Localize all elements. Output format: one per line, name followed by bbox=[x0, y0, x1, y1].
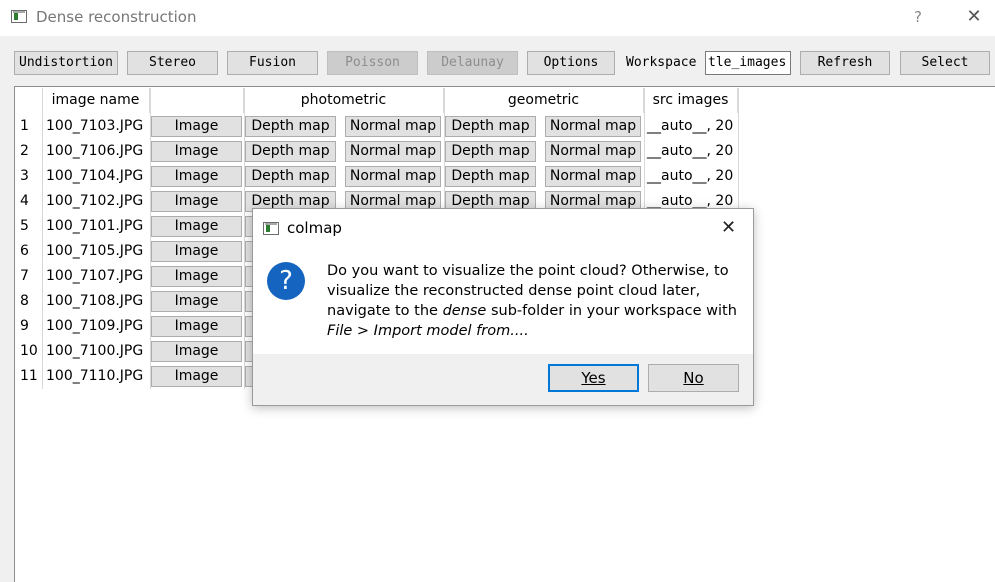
options-button[interactable]: Options bbox=[527, 51, 615, 75]
grid-line bbox=[150, 88, 151, 389]
header-image-column[interactable] bbox=[150, 88, 244, 113]
image-button[interactable]: Image bbox=[151, 341, 242, 362]
src-images-cell[interactable]: __auto__, 20 bbox=[647, 164, 733, 189]
header-geometric[interactable]: geometric bbox=[444, 88, 644, 113]
poisson-button[interactable]: Poisson bbox=[327, 51, 418, 75]
photometric-depth-map-button[interactable]: Depth map bbox=[245, 166, 336, 187]
header-photometric[interactable]: photometric bbox=[244, 88, 444, 113]
grid-line bbox=[244, 88, 245, 389]
workspace-label: Workspace bbox=[626, 55, 697, 70]
image-name-cell[interactable]: 100_7110.JPG bbox=[46, 364, 143, 389]
header-image-name[interactable]: image name bbox=[42, 88, 150, 113]
delaunay-button[interactable]: Delaunay bbox=[427, 51, 518, 75]
row-number: 11 bbox=[20, 368, 38, 384]
workspace-input[interactable]: tle_images bbox=[705, 51, 791, 75]
window-titlebar: Dense reconstruction ? ✕ bbox=[0, 0, 995, 36]
row-number: 8 bbox=[20, 293, 29, 309]
app-icon bbox=[11, 10, 27, 23]
image-name-cell[interactable]: 100_7102.JPG bbox=[46, 189, 143, 214]
image-name-cell[interactable]: 100_7104.JPG bbox=[46, 164, 143, 189]
fusion-button[interactable]: Fusion bbox=[227, 51, 318, 75]
image-name-cell[interactable]: 100_7105.JPG bbox=[46, 239, 143, 264]
row-number: 4 bbox=[20, 193, 29, 209]
stereo-button[interactable]: Stereo bbox=[127, 51, 218, 75]
image-name-cell[interactable]: 100_7103.JPG bbox=[46, 114, 143, 139]
photometric-depth-map-button[interactable]: Depth map bbox=[245, 116, 336, 137]
geometric-depth-map-button[interactable]: Depth map bbox=[445, 141, 536, 162]
image-button[interactable]: Image bbox=[151, 191, 242, 212]
image-button[interactable]: Image bbox=[151, 141, 242, 162]
undistortion-button[interactable]: Undistortion bbox=[14, 51, 118, 75]
row-number: 10 bbox=[20, 343, 38, 359]
image-button[interactable]: Image bbox=[151, 316, 242, 337]
dialog-message: Do you want to visualize the point cloud… bbox=[327, 263, 737, 339]
row-number: 2 bbox=[20, 143, 29, 159]
src-images-cell[interactable]: __auto__, 20 bbox=[647, 139, 733, 164]
geometric-normal-map-button[interactable]: Normal map bbox=[545, 141, 641, 162]
image-button[interactable]: Image bbox=[151, 266, 242, 287]
import-model-path: File > Import model from.... bbox=[327, 323, 529, 339]
no-button[interactable]: No bbox=[648, 364, 739, 392]
image-name-cell[interactable]: 100_7107.JPG bbox=[46, 264, 143, 289]
image-name-cell[interactable]: 100_7109.JPG bbox=[46, 314, 143, 339]
dialog-button-bar: Yes No bbox=[253, 354, 753, 405]
row-number: 7 bbox=[20, 268, 29, 284]
image-button[interactable]: Image bbox=[151, 166, 242, 187]
image-name-cell[interactable]: 100_7100.JPG bbox=[46, 339, 143, 364]
question-icon: ? bbox=[267, 262, 305, 300]
select-button[interactable]: Select bbox=[900, 51, 990, 75]
close-window-button[interactable]: ✕ bbox=[962, 6, 986, 28]
src-images-cell[interactable]: __auto__, 20 bbox=[647, 114, 733, 139]
geometric-normal-map-button[interactable]: Normal map bbox=[545, 166, 641, 187]
photometric-normal-map-button[interactable]: Normal map bbox=[345, 141, 441, 162]
row-number: 5 bbox=[20, 218, 29, 234]
refresh-button[interactable]: Refresh bbox=[800, 51, 890, 75]
image-name-cell[interactable]: 100_7106.JPG bbox=[46, 139, 143, 164]
row-number: 9 bbox=[20, 318, 29, 334]
grid-line bbox=[42, 88, 43, 389]
image-button[interactable]: Image bbox=[151, 116, 242, 137]
photometric-normal-map-button[interactable]: Normal map bbox=[345, 166, 441, 187]
photometric-depth-map-button[interactable]: Depth map bbox=[245, 141, 336, 162]
dialog-app-icon bbox=[263, 222, 279, 235]
image-button[interactable]: Image bbox=[151, 291, 242, 312]
row-number: 3 bbox=[20, 168, 29, 184]
row-number: 6 bbox=[20, 243, 29, 259]
image-button[interactable]: Image bbox=[151, 216, 242, 237]
geometric-depth-map-button[interactable]: Depth map bbox=[445, 116, 536, 137]
geometric-normal-map-button[interactable]: Normal map bbox=[545, 116, 641, 137]
help-button[interactable]: ? bbox=[908, 6, 928, 28]
image-button[interactable]: Image bbox=[151, 241, 242, 262]
visualize-dialog: colmap ✕ ? Do you want to visualize the … bbox=[252, 208, 754, 406]
image-name-cell[interactable]: 100_7101.JPG bbox=[46, 214, 143, 239]
image-name-cell[interactable]: 100_7108.JPG bbox=[46, 289, 143, 314]
yes-button[interactable]: Yes bbox=[548, 364, 639, 392]
dialog-close-button[interactable]: ✕ bbox=[721, 217, 736, 238]
header-src-images[interactable]: src images bbox=[644, 88, 738, 113]
dialog-title: colmap bbox=[287, 219, 342, 237]
image-button[interactable]: Image bbox=[151, 366, 242, 387]
photometric-normal-map-button[interactable]: Normal map bbox=[345, 116, 441, 137]
dense-folder-text: dense bbox=[442, 303, 487, 319]
geometric-depth-map-button[interactable]: Depth map bbox=[445, 166, 536, 187]
window-title: Dense reconstruction bbox=[36, 8, 197, 26]
row-number: 1 bbox=[20, 118, 29, 134]
